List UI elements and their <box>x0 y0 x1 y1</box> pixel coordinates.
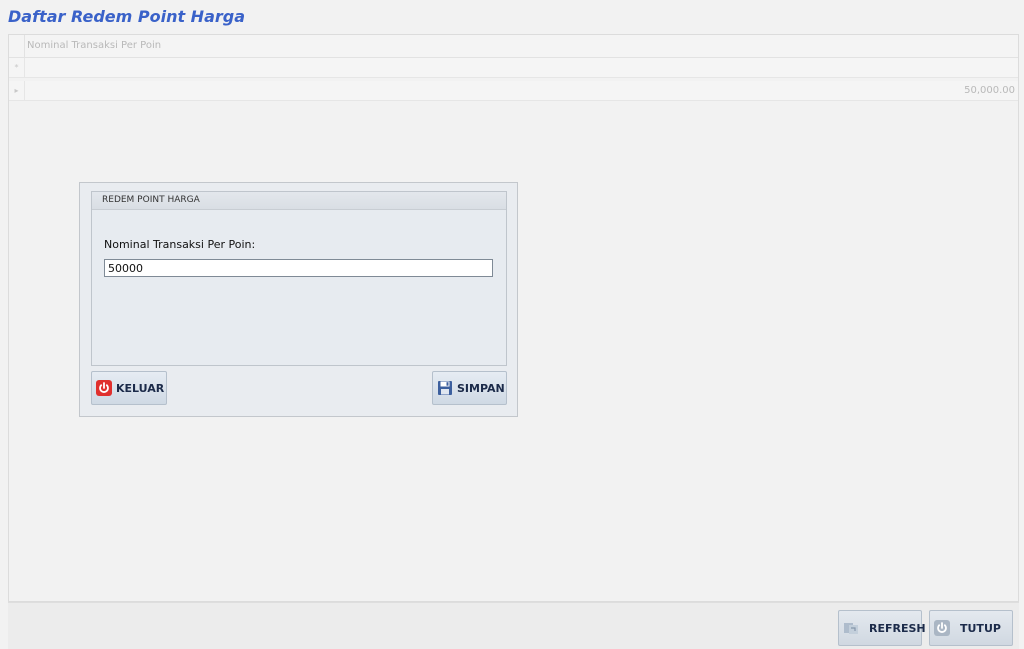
row-indicator: ▸ <box>9 81 25 100</box>
page-title: Daftar Redem Point Harga <box>8 7 246 26</box>
keluar-button[interactable]: KELUAR <box>91 371 167 405</box>
simpan-label: SIMPAN <box>457 381 505 395</box>
floppy-disk-icon <box>437 380 453 396</box>
refresh-label: REFRESH <box>869 621 926 635</box>
header-indicator-cell <box>9 35 25 57</box>
nominal-field-label: Nominal Transaksi Per Poin: <box>104 238 256 251</box>
refresh-button[interactable]: REFRESH <box>838 610 926 646</box>
nominal-input[interactable] <box>104 259 493 277</box>
grid-header: Nominal Transaksi Per Poin <box>9 35 1018 58</box>
tutup-button[interactable]: TUTUP <box>929 610 1013 646</box>
refresh-icon <box>843 620 859 636</box>
grid-data-row[interactable]: ▸ 50,000.00 <box>9 81 1018 101</box>
grid-new-row[interactable]: * <box>9 58 1018 78</box>
redem-point-dialog: REDEM POINT HARGA Nominal Transaksi Per … <box>79 182 518 417</box>
redem-point-group: REDEM POINT HARGA Nominal Transaksi Per … <box>91 191 507 366</box>
column-header-nominal[interactable]: Nominal Transaksi Per Poin <box>27 40 161 51</box>
grid-cell-nominal: 50,000.00 <box>964 85 1015 96</box>
tutup-label: TUTUP <box>960 621 1001 635</box>
power-icon <box>934 620 950 636</box>
simpan-button[interactable]: SIMPAN <box>432 371 507 405</box>
bottom-toolbar: REFRESH TUTUP <box>8 602 1019 649</box>
keluar-label: KELUAR <box>116 381 165 395</box>
power-icon <box>96 380 112 396</box>
group-caption: REDEM POINT HARGA <box>92 192 506 210</box>
row-indicator: * <box>9 58 25 77</box>
